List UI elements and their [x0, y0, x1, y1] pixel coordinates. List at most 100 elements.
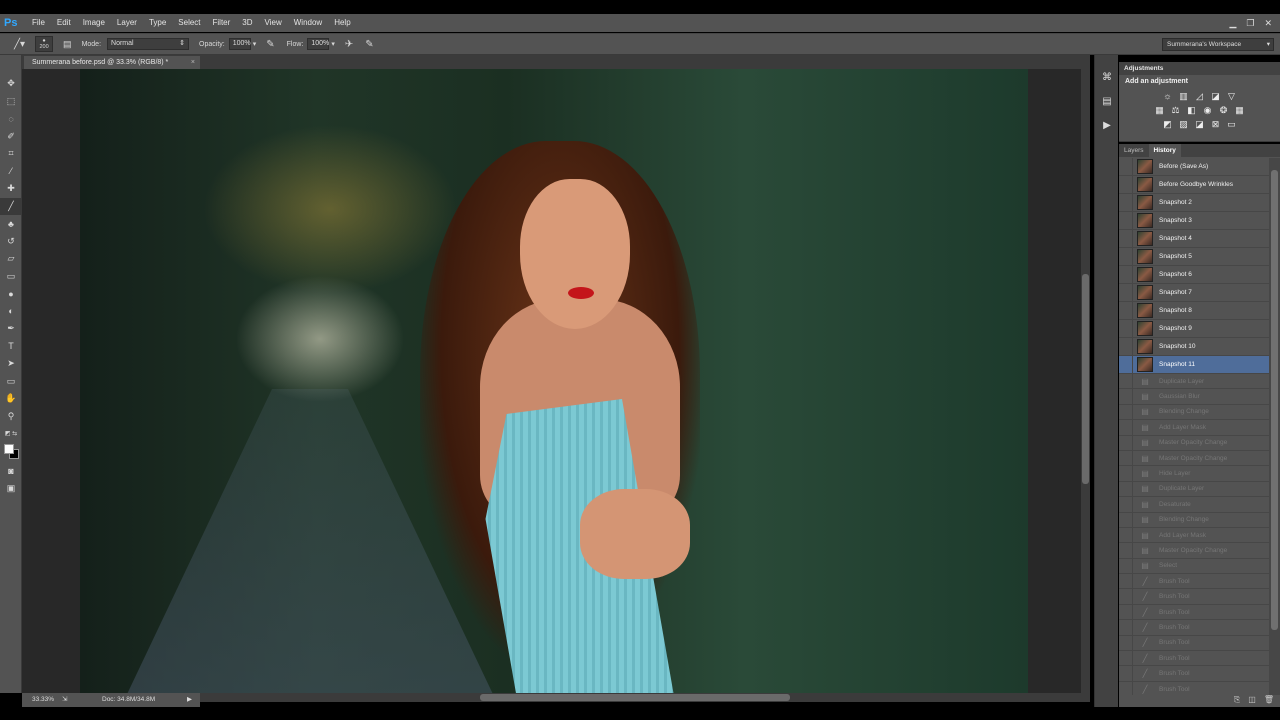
- history-source-checkbox[interactable]: [1119, 158, 1133, 176]
- brush-size-picker[interactable]: ● 200: [35, 36, 54, 52]
- brush-panel-icon[interactable]: ▤: [63, 39, 72, 50]
- history-snapshot[interactable]: Snapshot 4: [1119, 229, 1269, 248]
- menu-filter[interactable]: Filter: [207, 14, 237, 32]
- document-image[interactable]: [80, 69, 1028, 693]
- pressure-size-icon[interactable]: ✎: [365, 39, 373, 50]
- history-source-checkbox[interactable]: [1119, 193, 1133, 212]
- export-icon[interactable]: ⇲: [62, 693, 67, 707]
- history-step[interactable]: ╱ Brush Tool: [1119, 573, 1269, 590]
- horizontal-scroll-thumb[interactable]: [480, 694, 790, 701]
- menu-type[interactable]: Type: [143, 14, 172, 32]
- invert-icon[interactable]: ◩: [1162, 118, 1174, 130]
- brightness-icon[interactable]: ☼: [1162, 90, 1174, 102]
- history-source-checkbox[interactable]: [1119, 527, 1133, 543]
- menu-3d[interactable]: 3D: [236, 14, 258, 32]
- history-step[interactable]: ▤ Hide Layer: [1119, 465, 1269, 482]
- path-select-icon[interactable]: ➤: [0, 355, 22, 373]
- history-snapshot[interactable]: Snapshot 11: [1119, 355, 1269, 374]
- workspace-select[interactable]: Summerana's Workspace ▾: [1162, 38, 1274, 51]
- history-source-checkbox[interactable]: [1119, 450, 1133, 466]
- properties-panel-icon[interactable]: ▤: [1095, 89, 1119, 113]
- type-icon[interactable]: T: [0, 338, 22, 356]
- gradient-icon[interactable]: ▭: [0, 268, 22, 286]
- flow-field[interactable]: 100%: [307, 38, 330, 50]
- history-panel-icon[interactable]: ⌘: [1095, 65, 1119, 89]
- actions-play-icon[interactable]: ▶: [1095, 113, 1119, 137]
- quick-select-icon[interactable]: ✐: [0, 128, 22, 146]
- history-source-checkbox[interactable]: [1119, 211, 1133, 230]
- tab-layers[interactable]: Layers: [1119, 144, 1149, 157]
- flow-dropdown-icon[interactable]: ▾: [331, 40, 335, 48]
- zoom-level[interactable]: 33.33%: [32, 693, 54, 707]
- history-source-checkbox[interactable]: [1119, 465, 1133, 482]
- marquee-icon[interactable]: ⬚: [0, 93, 22, 111]
- hue-saturation-icon[interactable]: ▦: [1154, 104, 1166, 116]
- new-snapshot-icon[interactable]: ◫: [1248, 695, 1256, 707]
- history-source-checkbox[interactable]: [1119, 496, 1133, 513]
- pen-icon[interactable]: ✒: [0, 320, 22, 338]
- hand-icon[interactable]: ✋: [0, 390, 22, 408]
- history-source-checkbox[interactable]: [1119, 481, 1133, 497]
- new-document-icon[interactable]: ⎘: [1234, 695, 1240, 707]
- history-source-checkbox[interactable]: [1119, 573, 1133, 589]
- shape-icon[interactable]: ▭: [0, 373, 22, 391]
- zoom-icon[interactable]: ⚲: [0, 408, 22, 426]
- opacity-dropdown-icon[interactable]: ▾: [253, 40, 257, 48]
- screen-mode-icon[interactable]: ▣: [0, 480, 22, 498]
- menu-window[interactable]: Window: [288, 14, 328, 32]
- history-brush-icon[interactable]: ↺: [0, 233, 22, 251]
- trash-icon[interactable]: 🗑: [1264, 695, 1274, 707]
- status-menu-icon[interactable]: ▶: [187, 693, 192, 707]
- restore-icon[interactable]: ❐: [1246, 18, 1254, 29]
- move-icon[interactable]: ✥: [0, 75, 22, 93]
- history-step[interactable]: ╱ Brush Tool: [1119, 588, 1269, 605]
- opacity-field[interactable]: 100%: [228, 38, 251, 50]
- history-step[interactable]: ▤ Master Opacity Change: [1119, 450, 1269, 467]
- eraser-icon[interactable]: ▱: [0, 250, 22, 268]
- history-scrollbar[interactable]: [1269, 158, 1280, 698]
- minimize-icon[interactable]: ▁: [1229, 18, 1236, 29]
- lasso-icon[interactable]: ◌: [0, 110, 22, 128]
- eyedropper-icon[interactable]: ⁄: [0, 163, 22, 181]
- history-source-checkbox[interactable]: [1119, 319, 1133, 338]
- menu-image[interactable]: Image: [77, 14, 111, 32]
- black-white-icon[interactable]: ◧: [1186, 104, 1198, 116]
- menu-help[interactable]: Help: [328, 14, 356, 32]
- history-snapshot[interactable]: Snapshot 7: [1119, 283, 1269, 302]
- pressure-opacity-icon[interactable]: ✎: [266, 39, 274, 50]
- gradient-map-icon[interactable]: ▭: [1226, 118, 1238, 130]
- posterize-icon[interactable]: ▨: [1178, 118, 1190, 130]
- photo-filter-icon[interactable]: ◉: [1202, 104, 1214, 116]
- history-step[interactable]: ▤ Desaturate: [1119, 496, 1269, 513]
- history-snapshot[interactable]: Snapshot 3: [1119, 211, 1269, 230]
- history-source-checkbox[interactable]: [1119, 247, 1133, 266]
- history-step[interactable]: ▤ Master Opacity Change: [1119, 435, 1269, 451]
- horizontal-scrollbar[interactable]: [200, 693, 1090, 702]
- history-source-checkbox[interactable]: [1119, 604, 1133, 620]
- levels-icon[interactable]: ▥: [1178, 90, 1190, 102]
- close-icon[interactable]: ×: [191, 56, 195, 69]
- history-source-checkbox[interactable]: [1119, 265, 1133, 284]
- history-step[interactable]: ▤ Select: [1119, 558, 1269, 575]
- history-step[interactable]: ▤ Add Layer Mask: [1119, 419, 1269, 436]
- history-source-checkbox[interactable]: [1119, 404, 1133, 420]
- healing-icon[interactable]: ✚: [0, 180, 22, 198]
- canvas-area[interactable]: [22, 69, 1090, 693]
- history-snapshot[interactable]: Snapshot 5: [1119, 247, 1269, 266]
- menu-file[interactable]: File: [26, 14, 51, 32]
- brush-tool-preset-icon[interactable]: ╱▾: [14, 39, 25, 50]
- curves-icon[interactable]: ◿: [1194, 90, 1206, 102]
- color-swatches[interactable]: [0, 443, 22, 463]
- history-step[interactable]: ▤ Duplicate Layer: [1119, 481, 1269, 498]
- history-snapshot[interactable]: Before Goodbye Wrinkles: [1119, 175, 1269, 194]
- history-source-checkbox[interactable]: [1119, 635, 1133, 651]
- blur-icon[interactable]: ●: [0, 285, 22, 303]
- vertical-scrollbar[interactable]: [1081, 69, 1090, 693]
- history-step[interactable]: ▤ Master Opacity Change: [1119, 542, 1269, 559]
- vibrance-icon[interactable]: ▽: [1226, 90, 1238, 102]
- history-source-checkbox[interactable]: [1119, 283, 1133, 302]
- history-scroll-thumb[interactable]: [1271, 170, 1278, 630]
- color-balance-icon[interactable]: ⚖: [1170, 104, 1182, 116]
- history-source-checkbox[interactable]: [1119, 558, 1133, 574]
- channel-mixer-icon[interactable]: ❂: [1218, 104, 1230, 116]
